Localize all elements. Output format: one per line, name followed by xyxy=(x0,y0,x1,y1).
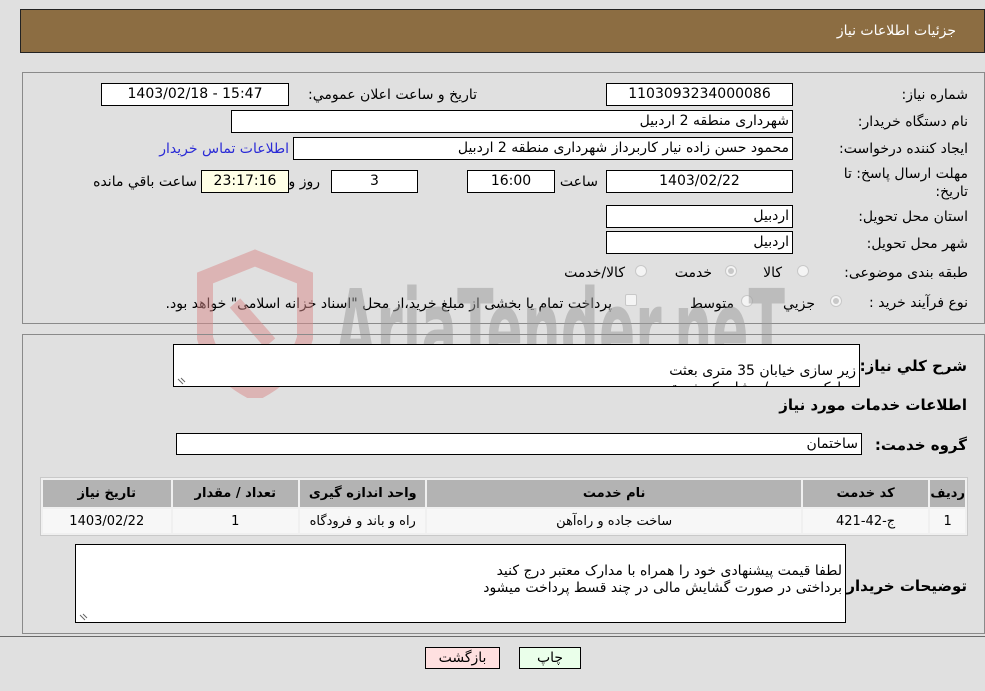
deadline-time-field: 16:00 xyxy=(467,170,555,193)
col-row-number: ردیف xyxy=(930,480,965,507)
col-need-date: تاریخ نیاز xyxy=(43,480,171,507)
category-label-goods: کالا xyxy=(763,265,782,281)
services-table: ردیف کد خدمت نام خدمت واحد اندازه گیری ت… xyxy=(40,477,968,536)
remaining-label: ساعت باقي مانده xyxy=(93,174,197,190)
deadline-label: مهلت ارسال پاسخ: تا تاریخ: xyxy=(844,165,968,201)
print-button[interactable]: چاپ xyxy=(519,647,581,669)
city-field: اردبیل xyxy=(606,231,793,254)
announce-label: تاریخ و ساعت اعلان عمومي: xyxy=(308,87,477,103)
treasury-checkbox[interactable] xyxy=(625,294,637,306)
resize-grip-icon[interactable] xyxy=(78,611,88,621)
days-label: روز و xyxy=(288,174,321,190)
deadline-label-line1: مهلت ارسال پاسخ: تا xyxy=(843,166,968,182)
category-label: طبقه بندی موضوعی: xyxy=(844,265,968,281)
summary-textarea[interactable]: زیر سازی خیابان 35 متری بعثت مدارک پیوست… xyxy=(173,344,860,387)
cell-row-number: 1 xyxy=(930,509,965,533)
creator-label: ایجاد کننده درخواست: xyxy=(839,141,968,157)
col-quantity: تعداد / مقدار xyxy=(172,480,298,507)
deadline-date-field: 1403/02/22 xyxy=(606,170,793,193)
need-number-label: شماره نیاز: xyxy=(901,87,969,103)
summary-label: شرح کلي نیاز: xyxy=(859,357,967,375)
service-group-field: ساختمان xyxy=(176,433,862,455)
buyer-org-field: شهرداری منطقه 2 اردبیل xyxy=(231,110,793,133)
category-radio-goods-service[interactable] xyxy=(635,265,647,277)
cell-service-name: ساخت جاده و راه‌آهن xyxy=(427,509,801,533)
cell-unit: راه و باند و فرودگاه xyxy=(300,509,426,533)
resize-grip-icon[interactable] xyxy=(176,375,186,385)
province-field: اردبیل xyxy=(606,205,793,228)
remaining-time-field: 23:17:16 xyxy=(201,170,289,193)
buyer-notes-textarea[interactable]: لطفا قیمت پیشنهادی خود را همراه با مدارک… xyxy=(75,544,846,623)
bottom-divider xyxy=(0,636,985,637)
city-label: شهر محل تحویل: xyxy=(866,236,968,252)
col-service-name: نام خدمت xyxy=(427,480,801,507)
page-header: جزئیات اطلاعات نیاز xyxy=(20,9,985,53)
col-unit: واحد اندازه گیری xyxy=(300,480,426,507)
buyer-notes-label: توضیحات خریدار: xyxy=(840,577,967,595)
services-heading: اطلاعات خدمات مورد نیاز xyxy=(779,396,967,414)
deadline-label-line2: تاریخ: xyxy=(935,184,968,200)
table-row: 1 ج-42-421 ساخت جاده و راه‌آهن راه و بان… xyxy=(43,509,965,533)
treasury-note: پرداخت تمام یا بخشی از مبلغ خرید،از محل … xyxy=(165,296,612,312)
table-header-row: ردیف کد خدمت نام خدمت واحد اندازه گیری ت… xyxy=(43,480,965,507)
announce-field: 1403/02/18 - 15:47 xyxy=(101,83,289,106)
buyer-notes-text: لطفا قیمت پیشنهادی خود را همراه با مدارک… xyxy=(483,563,842,596)
buyer-contact-link[interactable]: اطلاعات تماس خریدار xyxy=(159,141,289,157)
page-title: جزئیات اطلاعات نیاز xyxy=(836,23,956,39)
process-label: نوع فرآیند خرید : xyxy=(869,295,968,311)
creator-field: محمود حسن زاده نیار کاربرداز شهرداری منط… xyxy=(293,137,793,160)
process-label-medium: متوسط xyxy=(690,296,734,312)
category-radio-service[interactable] xyxy=(725,265,737,277)
cell-need-date: 1403/02/22 xyxy=(43,509,171,533)
process-radio-minor[interactable] xyxy=(830,295,842,307)
deadline-time-label: ساعت xyxy=(559,174,598,190)
buyer-org-label: نام دستگاه خریدار: xyxy=(857,114,968,130)
summary-text: زیر سازی خیابان 35 متری بعثت مدارک پیوست… xyxy=(661,363,856,386)
cell-quantity: 1 xyxy=(172,509,298,533)
category-label-goods-service: کالا/خدمت xyxy=(564,265,625,281)
cell-service-code: ج-42-421 xyxy=(802,509,929,533)
category-radio-goods[interactable] xyxy=(797,265,809,277)
service-group-label: گروه خدمت: xyxy=(874,436,967,454)
province-label: استان محل تحویل: xyxy=(858,209,968,225)
days-field: 3 xyxy=(331,170,418,193)
process-radio-medium[interactable] xyxy=(741,295,753,307)
process-label-minor: جزيي xyxy=(783,296,815,312)
back-button[interactable]: بازگشت xyxy=(425,647,500,669)
category-label-service: خدمت xyxy=(674,265,712,281)
col-service-code: کد خدمت xyxy=(802,480,929,507)
need-number-field: 1103093234000086 xyxy=(606,83,793,106)
